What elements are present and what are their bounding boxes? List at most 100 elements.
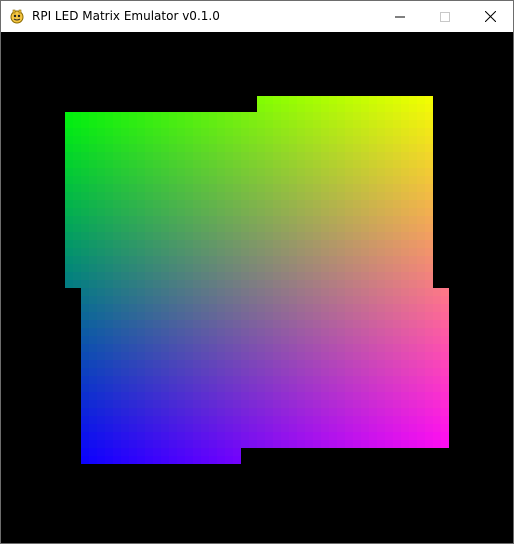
led-pixel	[273, 96, 281, 104]
led-pixel	[417, 440, 425, 448]
led-pixel	[153, 136, 161, 144]
led-pixel	[281, 232, 289, 240]
led-pixel	[225, 384, 233, 392]
led-pixel	[345, 288, 353, 296]
led-pixel	[201, 112, 209, 120]
led-pixel	[249, 368, 257, 376]
led-pixel	[217, 240, 225, 248]
minimize-button[interactable]	[377, 1, 423, 32]
led-pixel	[121, 184, 129, 192]
led-pixel	[385, 280, 393, 288]
led-pixel	[329, 248, 337, 256]
led-pixel	[137, 208, 145, 216]
led-pixel	[241, 136, 249, 144]
led-pixel	[281, 352, 289, 360]
led-pixel	[169, 280, 177, 288]
led-pixel	[273, 112, 281, 120]
led-pixel	[353, 424, 361, 432]
led-pixel	[153, 384, 161, 392]
led-pixel	[305, 104, 313, 112]
led-pixel	[113, 272, 121, 280]
led-pixel	[137, 448, 145, 456]
led-pixel	[113, 352, 121, 360]
led-pixel	[185, 440, 193, 448]
led-pixel	[377, 152, 385, 160]
led-pixel	[241, 312, 249, 320]
led-pixel	[441, 336, 449, 344]
led-pixel	[225, 352, 233, 360]
led-pixel	[161, 128, 169, 136]
led-pixel	[233, 368, 241, 376]
led-pixel	[417, 400, 425, 408]
led-pixel	[329, 288, 337, 296]
led-pixel	[401, 120, 409, 128]
led-pixel	[377, 128, 385, 136]
led-pixel	[177, 400, 185, 408]
led-pixel	[65, 112, 73, 120]
led-pixel	[209, 456, 217, 464]
led-pixel	[105, 160, 113, 168]
led-pixel	[129, 416, 137, 424]
led-pixel	[305, 240, 313, 248]
led-pixel	[233, 448, 241, 456]
led-pixel	[409, 272, 417, 280]
led-pixel	[97, 272, 105, 280]
led-pixel	[265, 184, 273, 192]
led-pixel	[209, 112, 217, 120]
led-pixel	[337, 208, 345, 216]
led-pixel	[169, 376, 177, 384]
led-pixel	[297, 192, 305, 200]
led-pixel	[113, 240, 121, 248]
led-pixel	[249, 392, 257, 400]
led-pixel	[153, 400, 161, 408]
led-pixel	[289, 272, 297, 280]
led-pixel	[217, 256, 225, 264]
led-pixel	[217, 184, 225, 192]
led-pixel	[153, 424, 161, 432]
led-pixel	[65, 160, 73, 168]
led-pixel	[273, 232, 281, 240]
led-pixel	[425, 376, 433, 384]
led-pixel	[281, 408, 289, 416]
led-pixel	[89, 256, 97, 264]
led-pixel	[401, 232, 409, 240]
led-pixel	[417, 368, 425, 376]
led-pixel	[209, 232, 217, 240]
led-pixel	[425, 336, 433, 344]
maximize-button[interactable]	[422, 1, 468, 32]
led-pixel	[353, 216, 361, 224]
led-pixel	[329, 392, 337, 400]
led-pixel	[193, 296, 201, 304]
led-pixel	[249, 176, 257, 184]
close-button[interactable]	[467, 1, 513, 32]
led-pixel	[297, 272, 305, 280]
led-pixel	[105, 448, 113, 456]
led-pixel	[177, 272, 185, 280]
led-pixel	[193, 376, 201, 384]
led-pixel	[313, 344, 321, 352]
led-pixel	[377, 136, 385, 144]
led-pixel	[257, 176, 265, 184]
title-bar[interactable]: RPI LED Matrix Emulator v0.1.0	[1, 1, 513, 32]
led-pixel	[337, 288, 345, 296]
led-pixel	[233, 344, 241, 352]
led-pixel	[265, 160, 273, 168]
led-pixel	[97, 336, 105, 344]
led-pixel	[345, 328, 353, 336]
led-pixel	[409, 344, 417, 352]
led-pixel	[161, 160, 169, 168]
led-pixel	[241, 208, 249, 216]
led-pixel	[113, 360, 121, 368]
led-pixel	[289, 440, 297, 448]
led-pixel	[185, 400, 193, 408]
led-pixel	[425, 408, 433, 416]
led-pixel	[313, 112, 321, 120]
led-pixel	[153, 440, 161, 448]
led-pixel	[209, 384, 217, 392]
led-pixel	[233, 144, 241, 152]
led-pixel	[273, 360, 281, 368]
led-pixel	[369, 392, 377, 400]
led-pixel	[121, 320, 129, 328]
led-pixel	[409, 128, 417, 136]
led-pixel	[417, 344, 425, 352]
